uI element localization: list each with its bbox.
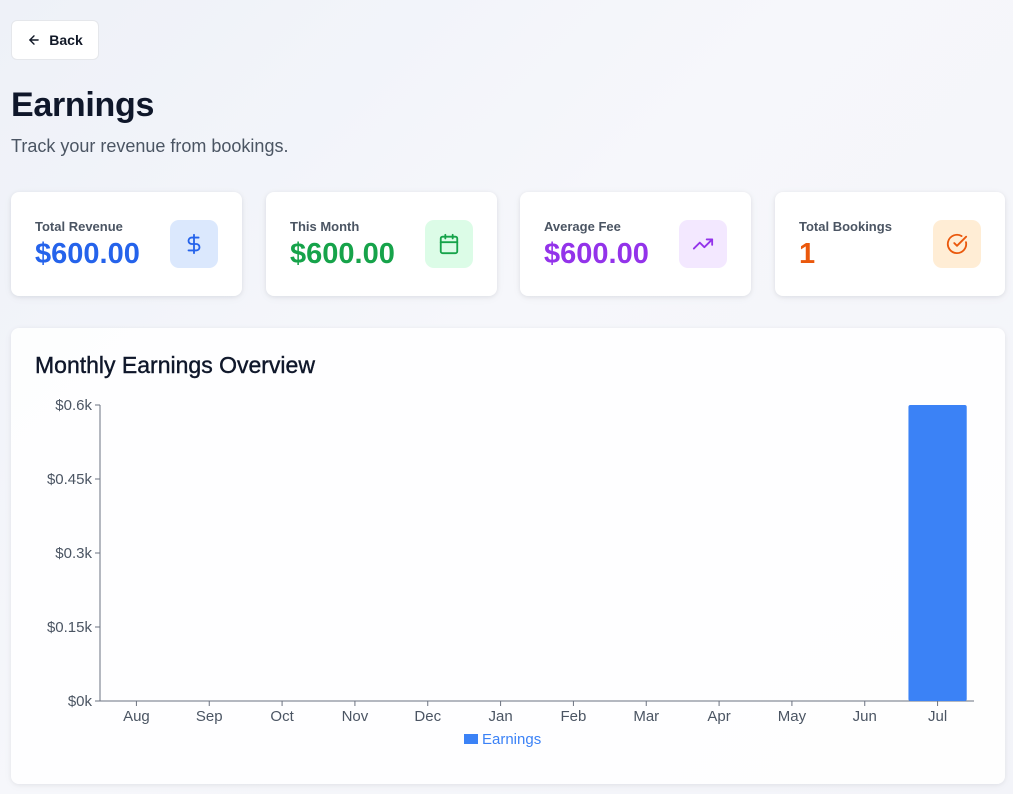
stat-label: Total Bookings (799, 219, 892, 234)
dollar-icon (170, 220, 218, 268)
check-circle-icon (933, 220, 981, 268)
x-tick-label: Feb (560, 708, 586, 725)
legend-swatch (464, 734, 478, 744)
x-tick-label: Jul (928, 708, 947, 725)
stat-value: $600.00 (544, 238, 649, 270)
stat-label: Total Revenue (35, 219, 123, 234)
back-button-label: Back (49, 32, 83, 48)
stat-card-total-revenue: Total Revenue $600.00 (11, 192, 242, 296)
earnings-bar (908, 405, 967, 701)
page-title: Earnings (11, 86, 155, 124)
x-tick-label: Jan (488, 708, 512, 725)
x-tick-label: Jun (853, 708, 877, 725)
arrow-left-icon (29, 35, 40, 45)
stat-card-total-bookings: Total Bookings 1 (775, 192, 1005, 296)
x-tick-label: Nov (342, 708, 369, 725)
x-tick-label: Aug (123, 708, 150, 725)
stat-label: Average Fee (544, 219, 621, 234)
earnings-bar-chart: $0k $0.15k $0.3k $0.45k $0.6k Aug Sep Oct Nov Dec… (47, 397, 974, 748)
y-tick-label: $0.6k (55, 397, 92, 414)
calendar-icon (425, 220, 473, 268)
trending-up-icon (679, 220, 727, 268)
x-tick-label: Sep (196, 708, 223, 725)
stat-card-average-fee: Average Fee $600.00 (520, 192, 751, 296)
earnings-chart-card: Monthly Earnings Overview $0k $0.15k $0.3k… (11, 328, 1005, 784)
y-tick-label: $0k (68, 693, 93, 710)
stat-value: 1 (799, 238, 816, 270)
x-tick-label: May (778, 708, 807, 725)
stat-value: $600.00 (35, 238, 140, 270)
x-tick-label: Dec (414, 708, 441, 725)
x-tick-label: Oct (270, 708, 294, 725)
back-button[interactable]: Back (11, 20, 99, 60)
x-tick-label: Mar (633, 708, 659, 725)
y-tick-label: $0.15k (47, 619, 93, 636)
y-tick-label: $0.3k (55, 545, 92, 562)
stat-label: This Month (290, 219, 360, 234)
y-tick-label: $0.45k (47, 471, 93, 488)
x-tick-label: Apr (707, 708, 730, 725)
legend-label: Earnings (482, 731, 541, 748)
stat-value: $600.00 (290, 238, 395, 270)
stat-card-this-month: This Month $600.00 (266, 192, 497, 296)
page-subtitle: Track your revenue from bookings. (11, 136, 289, 156)
